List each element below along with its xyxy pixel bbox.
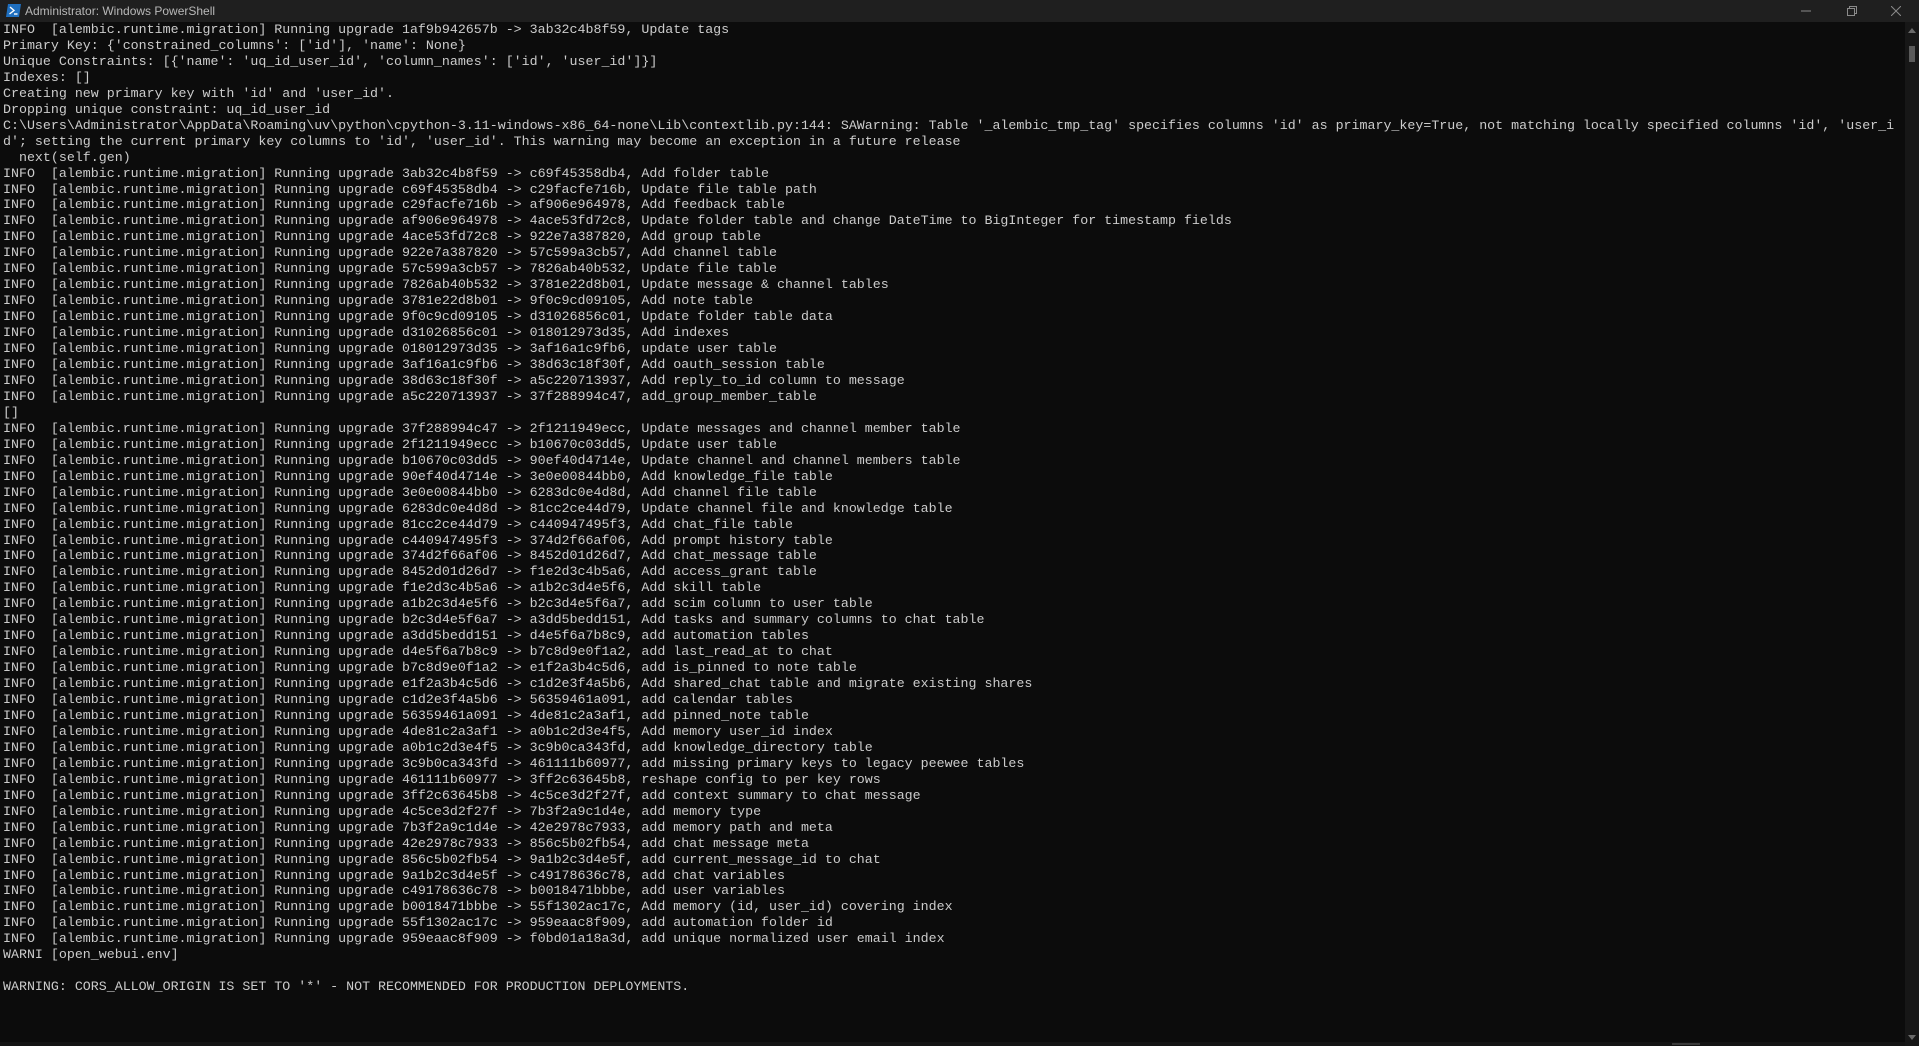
console-line: INFO [alembic.runtime.migration] Running… bbox=[3, 564, 817, 580]
maximize-icon[interactable] bbox=[1829, 0, 1875, 22]
console-line: INFO [alembic.runtime.migration] Running… bbox=[3, 580, 762, 596]
console-line: INFO [alembic.runtime.migration] Running… bbox=[3, 388, 817, 404]
console-line: next(self.gen) bbox=[3, 149, 131, 165]
console-line: Creating new primary key with 'id' and '… bbox=[3, 85, 394, 101]
console-line: INFO [alembic.runtime.migration] Running… bbox=[3, 357, 825, 373]
console-line: INFO [alembic.runtime.migration] Running… bbox=[3, 372, 905, 388]
minimize-icon[interactable] bbox=[1783, 0, 1829, 22]
vertical-scrollbar[interactable] bbox=[1905, 22, 1919, 1046]
console-line: INFO [alembic.runtime.migration] Running… bbox=[3, 309, 833, 325]
console-line: INFO [alembic.runtime.migration] Running… bbox=[3, 931, 945, 947]
console-line: INFO [alembic.runtime.migration] Running… bbox=[3, 213, 1232, 229]
console-line: d'; setting the current primary key colu… bbox=[3, 133, 961, 149]
console-line: INFO [alembic.runtime.migration] Running… bbox=[3, 245, 778, 261]
console-line: INFO [alembic.runtime.migration] Running… bbox=[3, 819, 833, 835]
console-line: INFO [alembic.runtime.migration] Running… bbox=[3, 644, 833, 660]
horizontal-scrollbar[interactable] bbox=[0, 1042, 1905, 1046]
scroll-down-icon[interactable] bbox=[1908, 1035, 1916, 1040]
console-line: INFO [alembic.runtime.migration] Running… bbox=[3, 628, 809, 644]
console-line: Indexes: [] bbox=[3, 69, 91, 85]
console-line: WARNING: CORS_ALLOW_ORIGIN IS SET TO '*'… bbox=[3, 979, 690, 995]
console-line: INFO [alembic.runtime.migration] Running… bbox=[3, 660, 857, 676]
window-title: Administrator: Windows PowerShell bbox=[25, 4, 216, 18]
console-line: [] bbox=[3, 404, 19, 420]
console-line: INFO [alembic.runtime.migration] Running… bbox=[3, 22, 730, 37]
console-line: INFO [alembic.runtime.migration] Running… bbox=[3, 676, 1033, 692]
console-line: INFO [alembic.runtime.migration] Running… bbox=[3, 915, 833, 931]
console-line: INFO [alembic.runtime.migration] Running… bbox=[3, 692, 793, 708]
console-line: INFO [alembic.runtime.migration] Running… bbox=[3, 899, 953, 915]
console-line: INFO [alembic.runtime.migration] Running… bbox=[3, 293, 754, 309]
console-output[interactable]: INFO [alembic.runtime.migration] Running… bbox=[3, 22, 1903, 1042]
console-line: INFO [alembic.runtime.migration] Running… bbox=[3, 803, 762, 819]
close-icon[interactable] bbox=[1873, 0, 1919, 22]
console-line: INFO [alembic.runtime.migration] Running… bbox=[3, 181, 817, 197]
console-line: Primary Key: {'constrained_columns': ['i… bbox=[3, 37, 466, 53]
console-line: INFO [alembic.runtime.migration] Running… bbox=[3, 468, 833, 484]
powershell-icon bbox=[6, 4, 21, 17]
title-bar[interactable]: Administrator: Windows PowerShell bbox=[0, 0, 1919, 22]
console-line: INFO [alembic.runtime.migration] Running… bbox=[3, 787, 921, 803]
console-line: INFO [alembic.runtime.migration] Running… bbox=[3, 277, 889, 293]
console-line: INFO [alembic.runtime.migration] Running… bbox=[3, 739, 873, 755]
console-line: INFO [alembic.runtime.migration] Running… bbox=[3, 867, 785, 883]
powershell-window: Administrator: Windows PowerShell INFO [… bbox=[0, 0, 1919, 1046]
console-line: INFO [alembic.runtime.migration] Running… bbox=[3, 835, 809, 851]
console-line: INFO [alembic.runtime.migration] Running… bbox=[3, 532, 833, 548]
console-line: INFO [alembic.runtime.migration] Running… bbox=[3, 723, 833, 739]
console-line: C:\Users\Administrator\AppData\Roaming\u… bbox=[3, 117, 1895, 133]
console-line: INFO [alembic.runtime.migration] Running… bbox=[3, 548, 817, 564]
console-line: INFO [alembic.runtime.migration] Running… bbox=[3, 883, 785, 899]
console-line: INFO [alembic.runtime.migration] Running… bbox=[3, 325, 730, 341]
console-line: INFO [alembic.runtime.migration] Running… bbox=[3, 165, 770, 181]
console-line: INFO [alembic.runtime.migration] Running… bbox=[3, 197, 785, 213]
console-line: INFO [alembic.runtime.migration] Running… bbox=[3, 229, 762, 245]
console-line: INFO [alembic.runtime.migration] Running… bbox=[3, 341, 778, 357]
console-line: INFO [alembic.runtime.migration] Running… bbox=[3, 484, 817, 500]
scrollbar-thumb[interactable] bbox=[1909, 46, 1915, 62]
console-line: INFO [alembic.runtime.migration] Running… bbox=[3, 707, 809, 723]
scroll-up-icon[interactable] bbox=[1908, 28, 1916, 33]
console-line: Dropping unique constraint: uq_id_user_i… bbox=[3, 101, 331, 117]
console-line: Unique Constraints: [{'name': 'uq_id_use… bbox=[3, 53, 658, 69]
console-line: INFO [alembic.runtime.migration] Running… bbox=[3, 516, 793, 532]
console-line: INFO [alembic.runtime.migration] Running… bbox=[3, 596, 873, 612]
console-line: INFO [alembic.runtime.migration] Running… bbox=[3, 452, 961, 468]
console-line: INFO [alembic.runtime.migration] Running… bbox=[3, 436, 778, 452]
console-text: INFO [alembic.runtime.migration] Running… bbox=[3, 22, 1903, 995]
console-line: INFO [alembic.runtime.migration] Running… bbox=[3, 851, 881, 867]
console-line: INFO [alembic.runtime.migration] Running… bbox=[3, 771, 881, 787]
console-line: INFO [alembic.runtime.migration] Running… bbox=[3, 612, 985, 628]
console-line: INFO [alembic.runtime.migration] Running… bbox=[3, 420, 961, 436]
horizontal-scrollbar-thumb[interactable] bbox=[1672, 1043, 1700, 1045]
console-line: INFO [alembic.runtime.migration] Running… bbox=[3, 261, 778, 277]
console-line: INFO [alembic.runtime.migration] Running… bbox=[3, 755, 1025, 771]
console-line: INFO [alembic.runtime.migration] Running… bbox=[3, 500, 953, 516]
console-line: WARNI [open_webui.env] bbox=[3, 947, 179, 963]
